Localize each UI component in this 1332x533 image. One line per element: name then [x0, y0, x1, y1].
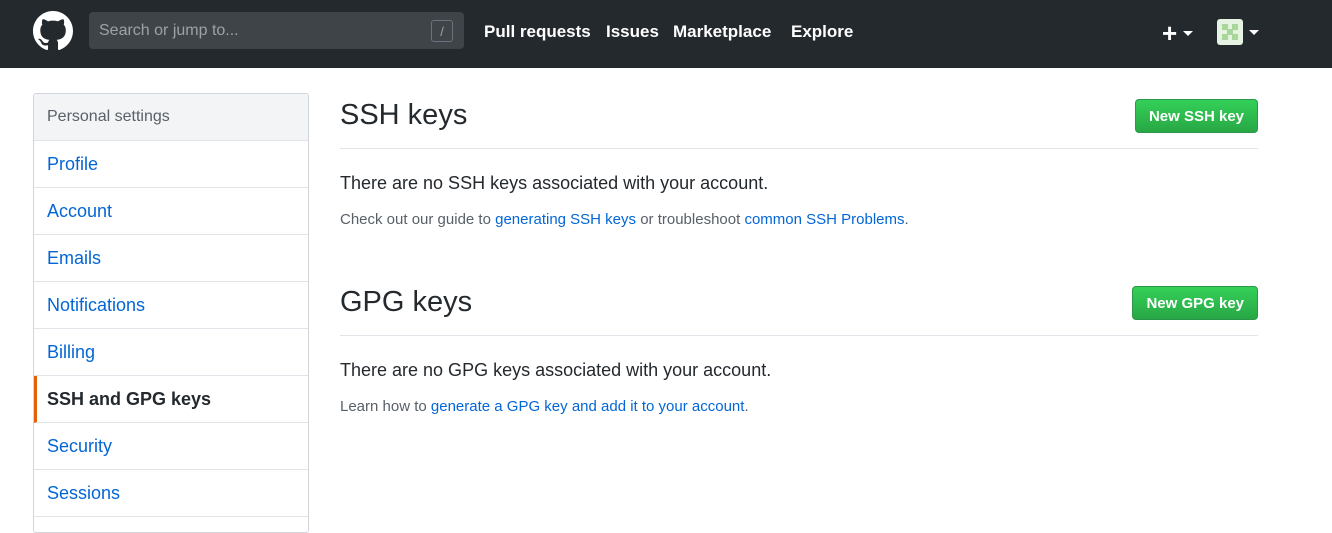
ssh-keys-title: SSH keys [340, 99, 468, 131]
slash-shortcut-icon: / [431, 20, 453, 42]
new-gpg-key-button[interactable]: New GPG key [1132, 286, 1258, 320]
sidebar-item-ssh-gpg-keys[interactable]: SSH and GPG keys [34, 376, 308, 423]
top-nav-bar: Search or jump to... / Pull requests Iss… [0, 0, 1332, 68]
sidebar-item-notifications[interactable]: Notifications [34, 282, 308, 329]
ssh-empty-message: There are no SSH keys associated with yo… [340, 173, 769, 193]
gpg-learn-prefix: Learn how to [340, 398, 431, 415]
github-logo-icon[interactable] [33, 11, 73, 51]
sidebar-title: Personal settings [34, 94, 308, 141]
create-new-menu[interactable]: + [1162, 18, 1202, 48]
sidebar-item-emails[interactable]: Emails [34, 235, 308, 282]
sidebar-item-security[interactable]: Security [34, 423, 308, 470]
nav-marketplace[interactable]: Marketplace [673, 22, 771, 42]
user-menu[interactable] [1217, 19, 1262, 45]
gpg-learn-text: Learn how to generate a GPG key and add … [340, 398, 749, 415]
gpg-keys-header: GPG keys New GPG key [340, 280, 1258, 336]
gpg-learn-suffix: . [744, 398, 749, 415]
ssh-keys-section: SSH keys New SSH key There are no SSH ke… [340, 93, 1258, 228]
ssh-guide-suffix: . [904, 211, 909, 228]
sidebar-item-profile[interactable]: Profile [34, 141, 308, 188]
gpg-keys-section: GPG keys New GPG key There are no GPG ke… [340, 280, 1258, 415]
ssh-guide-text: Check out our guide to generating SSH ke… [340, 211, 909, 228]
chevron-down-icon [1183, 30, 1194, 36]
nav-issues[interactable]: Issues [606, 22, 659, 42]
settings-sidebar: Personal settings Profile Account Emails… [33, 93, 309, 533]
ssh-keys-header: SSH keys New SSH key [340, 93, 1258, 149]
search-input[interactable]: Search or jump to... / [89, 12, 464, 49]
nav-pull-requests[interactable]: Pull requests [484, 22, 591, 42]
gpg-empty-message: There are no GPG keys associated with yo… [340, 360, 772, 380]
search-placeholder: Search or jump to... [99, 21, 239, 39]
ssh-guide-middle: or troubleshoot [636, 211, 745, 228]
plus-icon: + [1162, 18, 1178, 48]
sidebar-item-billing[interactable]: Billing [34, 329, 308, 376]
sidebar-item-account[interactable]: Account [34, 188, 308, 235]
generate-gpg-key-link[interactable]: generate a GPG key and add it to your ac… [431, 398, 745, 415]
generating-ssh-keys-link[interactable]: generating SSH keys [495, 211, 636, 228]
sidebar-item-sessions[interactable]: Sessions [34, 470, 308, 517]
ssh-guide-prefix: Check out our guide to [340, 211, 496, 228]
gpg-keys-title: GPG keys [340, 286, 473, 318]
new-ssh-key-button[interactable]: New SSH key [1134, 99, 1258, 133]
chevron-down-icon [1249, 29, 1259, 35]
nav-explore[interactable]: Explore [791, 22, 853, 42]
common-ssh-problems-link[interactable]: common SSH Problems [744, 211, 904, 228]
avatar [1217, 19, 1243, 45]
